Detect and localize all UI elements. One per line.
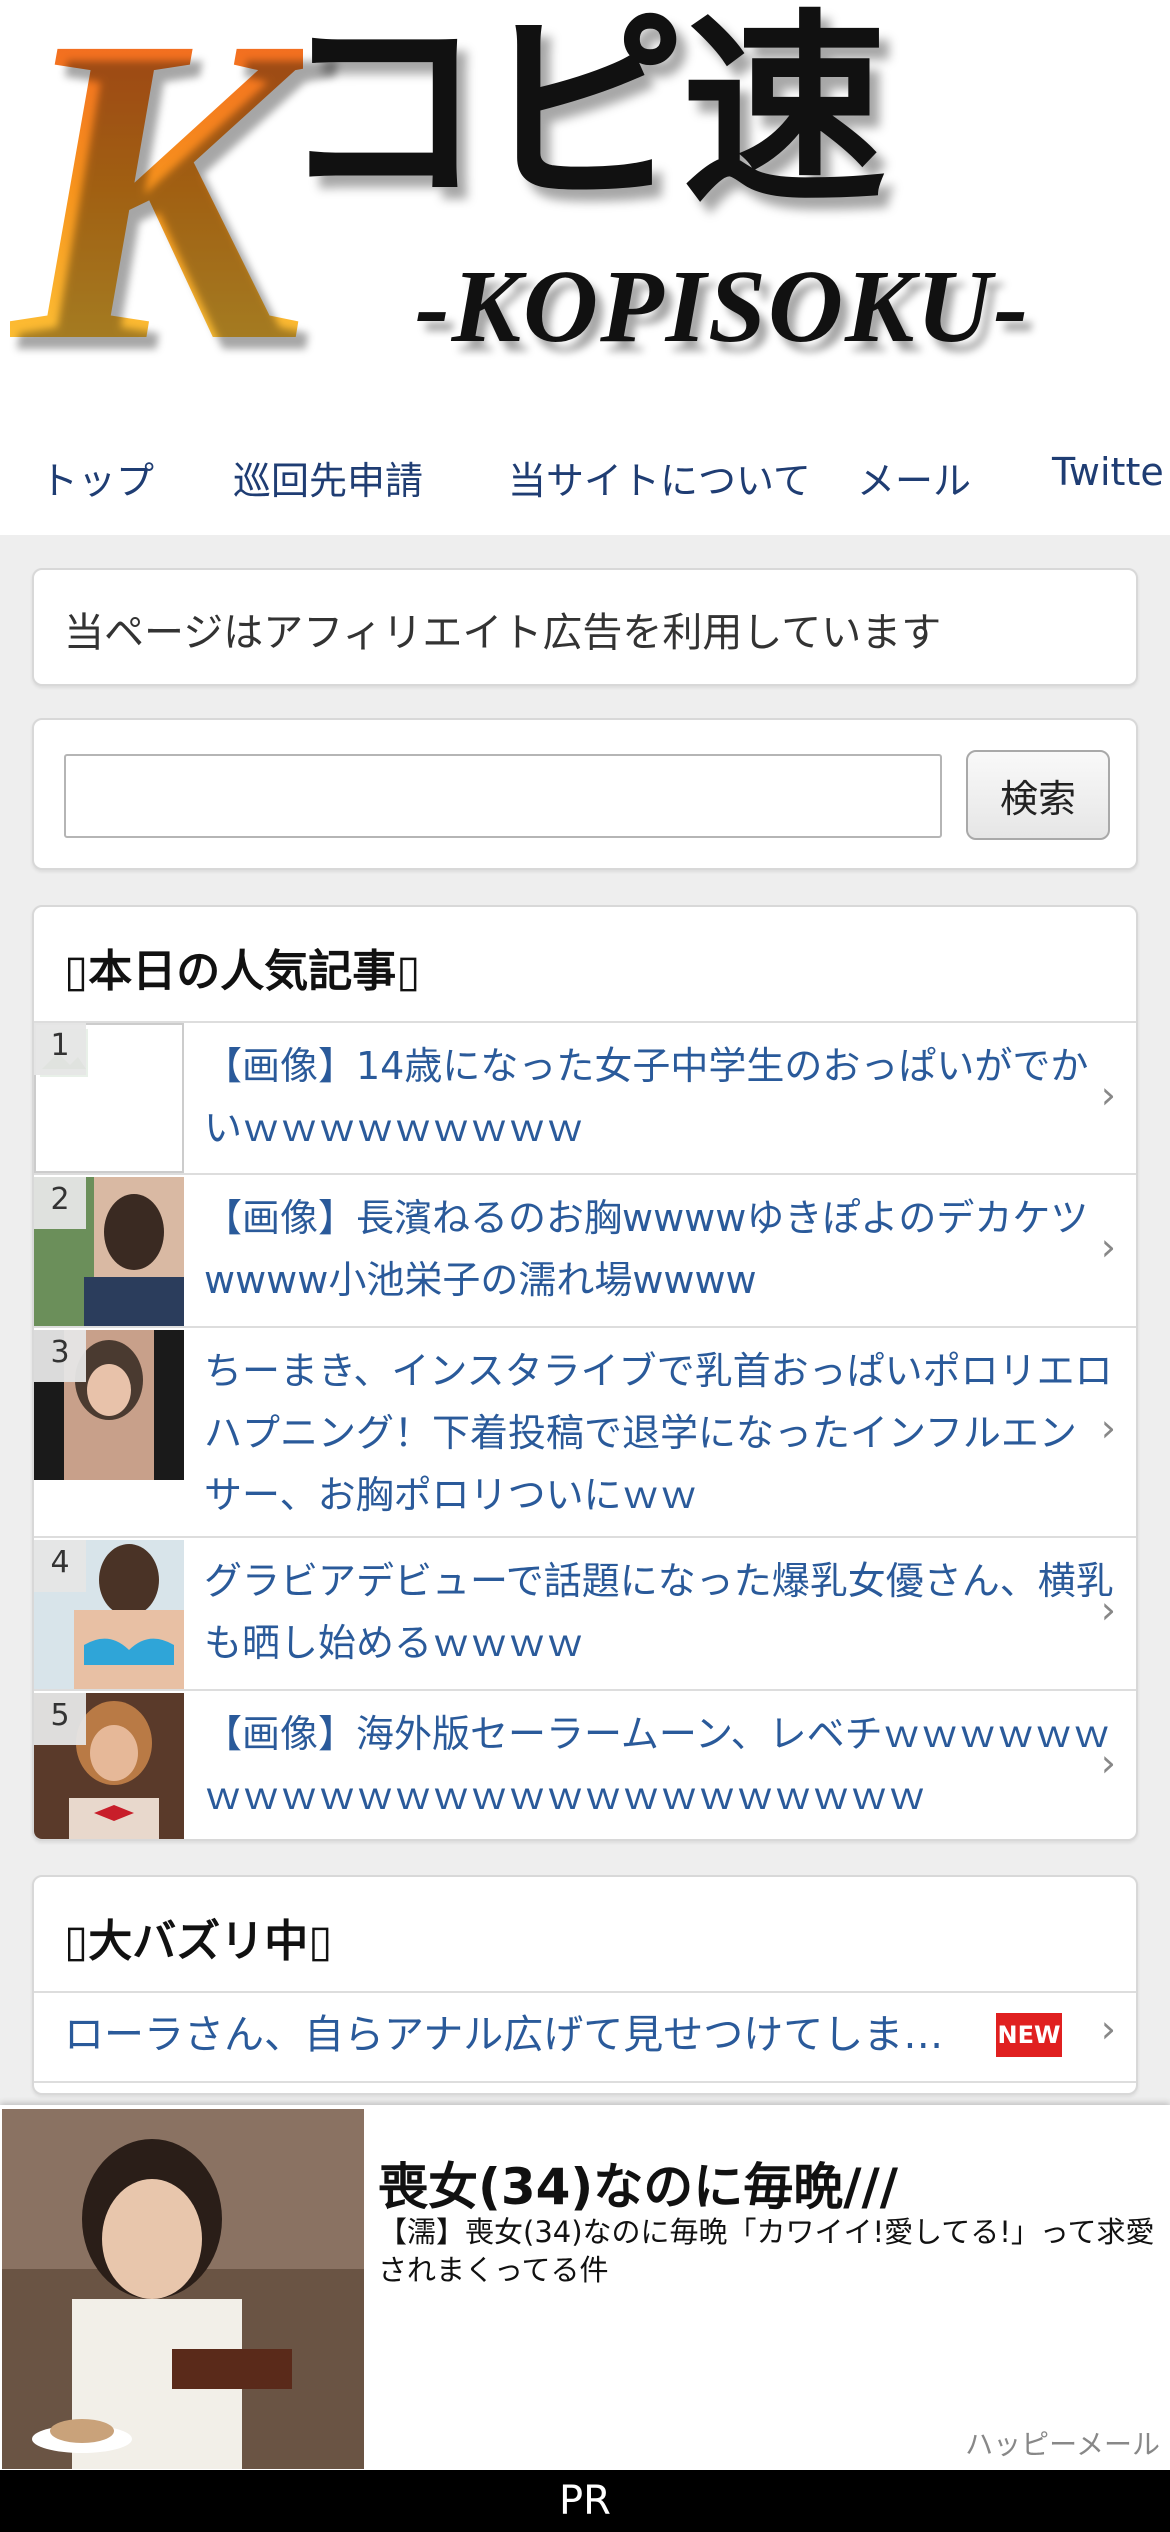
ranking-item[interactable]: 5 【画像】海外版セーラームーン、レベチｗｗｗｗｗｗｗｗｗｗｗｗｗｗｗｗｗｗｗｗ…: [34, 1689, 1136, 1839]
nav-item-apply[interactable]: 巡回先申請: [233, 450, 423, 505]
ad-headline: 喪女(34)なのに毎晩///: [378, 2158, 899, 2216]
box-glyph-icon: ▯: [308, 1916, 333, 1967]
trending-item[interactable]: ローラさん、自らアナル広げて見せつけてしま… NEW ›: [34, 1991, 1136, 2079]
section-title: ▯大バズリ中▯: [64, 1916, 333, 1967]
search-input[interactable]: [64, 754, 942, 838]
rank-number: 3: [34, 1330, 86, 1382]
ad-description: 【濡】喪女(34)なのに毎晩「カワイイ!愛してる!」って求愛されまくってる件: [378, 2215, 1155, 2287]
chevron-right-icon: ›: [1100, 1741, 1116, 1785]
chevron-right-icon: ›: [1100, 1406, 1116, 1450]
chevron-right-icon: ›: [1100, 1073, 1116, 1117]
logo-letter: K: [10, 0, 303, 410]
affiliate-notice-text: 当ページはアフィリエイト広告を利用しています: [64, 610, 942, 656]
affiliate-notice: 当ページはアフィリエイト広告を利用しています: [32, 568, 1138, 686]
nav-item-mail[interactable]: メール: [857, 450, 971, 505]
search-box: 検索: [32, 718, 1138, 870]
popular-articles: ▯本日の人気記事▯ 1 【画像】14歳になった女子中学生のおっぱいがでかいｗｗｗ…: [32, 905, 1138, 1841]
section-title: ▯本日の人気記事▯: [64, 946, 421, 997]
box-glyph-icon: ▯: [396, 946, 421, 997]
chevron-right-icon: ›: [1100, 2007, 1116, 2051]
ad-banner[interactable]: 喪女(34)なのに毎晩/// 【濡】喪女(34)なのに毎晩「カワイイ!愛してる!…: [0, 2105, 1170, 2470]
box-glyph-icon: ▯: [64, 1916, 89, 1967]
ad-image: [2, 2109, 364, 2469]
ranking-item[interactable]: 3 ちーまき、インスタライブで乳首おっぱいポロリエロハプニング！下着投稿で退学に…: [34, 1326, 1136, 1536]
search-button[interactable]: 検索: [966, 750, 1110, 840]
trending-title: ローラさん、自らアナル広げて見せつけてしま…: [64, 2012, 944, 2058]
ad-source: ハッピーメール: [965, 2428, 1160, 2461]
new-badge: NEW: [996, 2013, 1062, 2057]
trending-section: ▯大バズリ中▯ ローラさん、自らアナル広げて見せつけてしま… NEW ›: [32, 1875, 1138, 2095]
ranking-item[interactable]: 4 グラビアデビューで話題になった爆乳女優さん、横乳も晒し始めるｗｗｗｗ ›: [34, 1536, 1136, 1690]
ranking-item[interactable]: 2 【画像】長濱ねるのお胸wwwwゆきぽよのデカケツwwww小池栄子の濡れ場ww…: [34, 1173, 1136, 1327]
global-nav: トップ 巡回先申請 当サイトについて メール Twitte: [0, 440, 1170, 510]
nav-item-top[interactable]: トップ: [40, 450, 154, 505]
pr-label: PR: [559, 2478, 611, 2524]
logo-kana: コピ速: [280, 0, 887, 231]
ad-photo-icon: [2, 2109, 364, 2469]
logo-subtitle: -KOPISOKU-: [415, 249, 1031, 364]
pr-bar: PR: [0, 2470, 1170, 2532]
chevron-right-icon: ›: [1100, 1225, 1116, 1269]
trending-item-partial[interactable]: [34, 2081, 1136, 2093]
article-title: グラビアデビューで話題になった爆乳女優さん、横乳も晒し始めるｗｗｗｗ: [204, 1559, 1114, 1665]
article-title: ちーまき、インスタライブで乳首おっぱいポロリエロハプニング！下着投稿で退学になっ…: [204, 1349, 1113, 1517]
rank-number: 1: [34, 1023, 86, 1075]
rank-number: 4: [34, 1540, 86, 1592]
article-title: 【画像】長濱ねるのお胸wwwwゆきぽよのデカケツwwww小池栄子の濡れ場wwww: [204, 1196, 1089, 1302]
chevron-right-icon: ›: [1100, 1588, 1116, 1632]
nav-item-about[interactable]: 当サイトについて: [508, 450, 811, 505]
site-logo[interactable]: K コピ速 -KOPISOKU-: [0, 0, 1170, 415]
ranking-item[interactable]: 1 【画像】14歳になった女子中学生のおっぱいがでかいｗｗｗｗｗｗｗｗｗ ›: [34, 1021, 1136, 1173]
rank-number: 5: [34, 1693, 86, 1745]
rank-number: 2: [34, 1177, 86, 1229]
nav-item-twitter[interactable]: Twitte: [1052, 450, 1164, 494]
article-title: 【画像】海外版セーラームーン、レベチｗｗｗｗｗｗｗｗｗｗｗｗｗｗｗｗｗｗｗｗｗｗ…: [204, 1712, 1111, 1818]
box-glyph-icon: ▯: [64, 946, 89, 997]
article-title: 【画像】14歳になった女子中学生のおっぱいがでかいｗｗｗｗｗｗｗｗｗ: [204, 1044, 1089, 1150]
site-header: K コピ速 -KOPISOKU- トップ 巡回先申請 当サイトについて メール …: [0, 0, 1170, 535]
